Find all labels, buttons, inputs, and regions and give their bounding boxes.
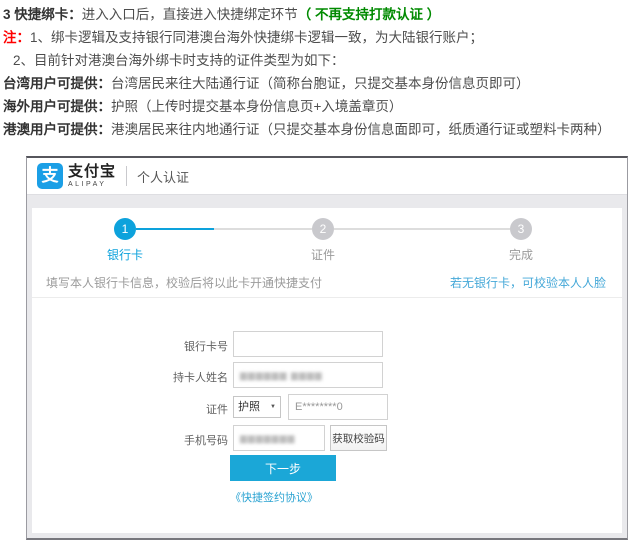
step-3-number: 3 (510, 218, 532, 240)
phone-number-masked-value: ▆▆▆▆▆▆▆ (240, 433, 295, 443)
line2-body: 1、绑卡逻辑及支持银行同港澳台海外快捷绑卡逻辑一致，为大陆银行账户； (30, 30, 483, 45)
line5-body: 护照（上传时提交基本身份信息页+入境盖章页） (111, 99, 402, 114)
step-1-label: 银行卡 (85, 246, 165, 263)
brand-name-en: ALIPAY (68, 181, 116, 188)
line5-prefix: 海外用户可提供： (3, 99, 111, 114)
phone-number-input[interactable]: ▆▆▆▆▆▆▆ (233, 425, 325, 451)
alipay-brand: 支付宝 ALIPAY (68, 164, 116, 188)
alipay-header: 支 支付宝 ALIPAY 个人认证 (27, 158, 627, 195)
subtitle-row: 填写本人银行卡信息，校验后将以此卡开通快捷支付 若无银行卡，可校验本人人脸 (46, 274, 606, 291)
brand-name-cn: 支付宝 (68, 164, 116, 179)
verification-card: 1 银行卡 2 证件 3 完成 填写本人银行卡信息，校验后将以此卡开通快捷支付 … (32, 208, 622, 533)
alipay-body: 1 银行卡 2 证件 3 完成 填写本人银行卡信息，校验后将以此卡开通快捷支付 … (27, 195, 627, 538)
get-verification-code-button[interactable]: 获取校验码 (330, 425, 387, 451)
page-title: 个人认证 (137, 167, 189, 186)
line1-heading: 3 快捷绑卡： (3, 7, 82, 22)
id-document-label: 证件 (128, 401, 228, 417)
phone-number-label: 手机号码 (128, 432, 228, 448)
cardholder-name-masked-value: ▆▆▆▆▆▆ ▆▆▆▆ (240, 370, 323, 380)
step-2-certificate: 2 证件 (283, 218, 363, 263)
instruction-line-1: 3 快捷绑卡：进入入口后，直接进入快捷绑定环节（ 不再支持打款认证 ） (3, 3, 633, 26)
chevron-down-icon: ▼ (270, 397, 276, 417)
instruction-line-6: 港澳用户可提供：港澳居民来往内地通行证（只提交基本身份信息面即可，纸质通行证或塑… (3, 118, 633, 141)
line2-note-prefix: 注： (3, 30, 30, 45)
header-divider (126, 166, 127, 186)
step-1-bankcard: 1 银行卡 (85, 218, 165, 263)
instruction-line-2: 注：1、绑卡逻辑及支持银行同港澳台海外快捷绑卡逻辑一致，为大陆银行账户； (3, 26, 633, 49)
help-page: { "document": { "lines": [ {"prefix":"3 … (0, 0, 633, 546)
cardholder-name-label: 持卡人姓名 (128, 369, 228, 385)
step-3-complete: 3 完成 (481, 218, 561, 263)
line3-body: 2、目前针对港澳台海外绑卡时支持的证件类型为如下： (13, 53, 345, 68)
instruction-line-3: 2、目前针对港澳台海外绑卡时支持的证件类型为如下： (3, 49, 633, 72)
id-type-selected-value: 护照 (238, 401, 260, 413)
instruction-line-5: 海外用户可提供：护照（上传时提交基本身份信息页+入境盖章页） (3, 95, 633, 118)
cardholder-name-input[interactable]: ▆▆▆▆▆▆ ▆▆▆▆ (233, 362, 383, 388)
id-number-input[interactable]: E********0 (288, 394, 388, 420)
line6-prefix: 港澳用户可提供： (3, 122, 111, 137)
form-subtitle: 填写本人银行卡信息，校验后将以此卡开通快捷支付 (46, 274, 322, 291)
step-2-label: 证件 (283, 246, 363, 263)
alipay-logo-icon: 支 (37, 163, 63, 189)
step-1-number: 1 (114, 218, 136, 240)
face-verify-link[interactable]: 若无银行卡，可校验本人人脸 (450, 274, 606, 291)
alipay-window: 支 支付宝 ALIPAY 个人认证 1 银行卡 2 证件 3 完成 (26, 156, 628, 540)
section-divider (32, 297, 622, 298)
next-step-button[interactable]: 下一步 (230, 455, 336, 481)
bank-card-number-label: 银行卡号 (128, 338, 228, 354)
line1-green-note: （ 不再支持打款认证 ） (298, 7, 441, 22)
quick-sign-agreement-link[interactable]: 《快捷签约协议》 (230, 489, 318, 505)
bank-card-number-input[interactable] (233, 331, 383, 357)
id-number-value: E********0 (295, 401, 343, 413)
instruction-text-block: 3 快捷绑卡：进入入口后，直接进入快捷绑定环节（ 不再支持打款认证 ） 注：1、… (3, 3, 633, 141)
id-type-select[interactable]: 护照 ▼ (233, 396, 281, 418)
step-3-label: 完成 (481, 246, 561, 263)
line4-prefix: 台湾用户可提供： (3, 76, 111, 91)
instruction-line-4: 台湾用户可提供：台湾居民来往大陆通行证（简称台胞证，只提交基本身份信息页即可） (3, 72, 633, 95)
step-2-number: 2 (312, 218, 334, 240)
line1-body: 进入入口后，直接进入快捷绑定环节 (82, 7, 298, 22)
line4-body: 台湾居民来往大陆通行证（简称台胞证，只提交基本身份信息页即可） (111, 76, 530, 91)
line6-body: 港澳居民来往内地通行证（只提交基本身份信息面即可，纸质通行证或塑料卡两种） (111, 122, 611, 137)
